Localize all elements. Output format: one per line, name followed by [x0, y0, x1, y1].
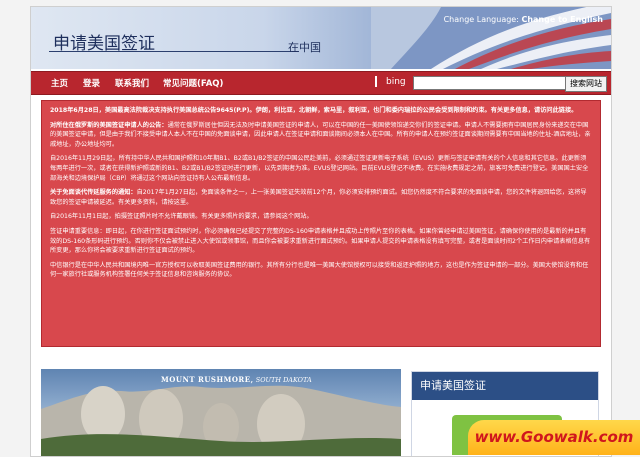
- change-language-link[interactable]: Change to English: [521, 15, 603, 24]
- nav-item-contact[interactable]: 联系我们: [115, 77, 149, 89]
- notice-paragraph-4-title: 关于免面谈代传延服务的通知：: [50, 189, 137, 197]
- search-button[interactable]: 搜索网站: [565, 76, 607, 92]
- notice-paragraph-3: 自2016年11月29日起，所有持中华人民共和国护照和10年期B1、B2或B1/…: [50, 155, 589, 182]
- notice-box: 2018年6月28日，美国最高法院裁决支持执行美国总统公告9645(P.P)。伊…: [41, 100, 601, 347]
- bing-icon: [375, 76, 383, 87]
- search-input[interactable]: [413, 76, 567, 90]
- notice-paragraph-1: 2018年6月28日，美国最高法院裁决支持执行美国总统公告9645(P.P)。伊…: [50, 107, 578, 114]
- nav-item-login[interactable]: 登录: [83, 77, 100, 89]
- page-container: 申请美国签证 在中国 Change Language: Change to En…: [30, 6, 612, 457]
- photo-caption-main: MOUNT RUSHMORE,: [161, 375, 254, 384]
- header-banner: 申请美国签证 在中国 Change Language: Change to En…: [31, 7, 611, 69]
- language-switcher: Change Language: Change to English: [444, 15, 603, 24]
- nav-item-faq[interactable]: 常见问题(FAQ): [163, 77, 223, 89]
- site-subtitle: 在中国: [288, 41, 321, 54]
- watermark-badge: www.Goowalk.com: [468, 420, 640, 455]
- notice-paragraph-7: 中信银行是在中华人民共和国境内唯一官方授权可以收取美国签证费用的银行。其所有分行…: [50, 261, 589, 279]
- apply-visa-title: 申请美国签证: [412, 372, 598, 400]
- notice-paragraph-5: 自2016年11月1日起，拍摄签证照片时不允许戴眼镜。有关更多照片的要求，请参阅…: [50, 213, 313, 221]
- main-nav: 主页 登录 联系我们 常见问题(FAQ) bing 搜索网站: [31, 71, 611, 95]
- bing-logo: bing: [375, 76, 406, 87]
- bing-label: bing: [386, 76, 406, 87]
- mount-rushmore-photo: MOUNT RUSHMORE, SOUTH DAKOTA: [41, 369, 401, 456]
- photo-caption: MOUNT RUSHMORE, SOUTH DAKOTA: [161, 375, 312, 384]
- title-underline: [49, 51, 299, 52]
- notice-paragraph-2-title: 对所住在俄罗斯的美国签证申请人的公告：: [50, 121, 168, 129]
- notice-paragraph-6: 签证申请重要信息：即日起，在你进行签证面试预约时，你必须确保已经提交了完整的DS…: [50, 227, 591, 255]
- nav-item-home[interactable]: 主页: [51, 77, 68, 89]
- language-label: Change Language:: [443, 15, 519, 24]
- photo-caption-sub: SOUTH DAKOTA: [255, 376, 312, 384]
